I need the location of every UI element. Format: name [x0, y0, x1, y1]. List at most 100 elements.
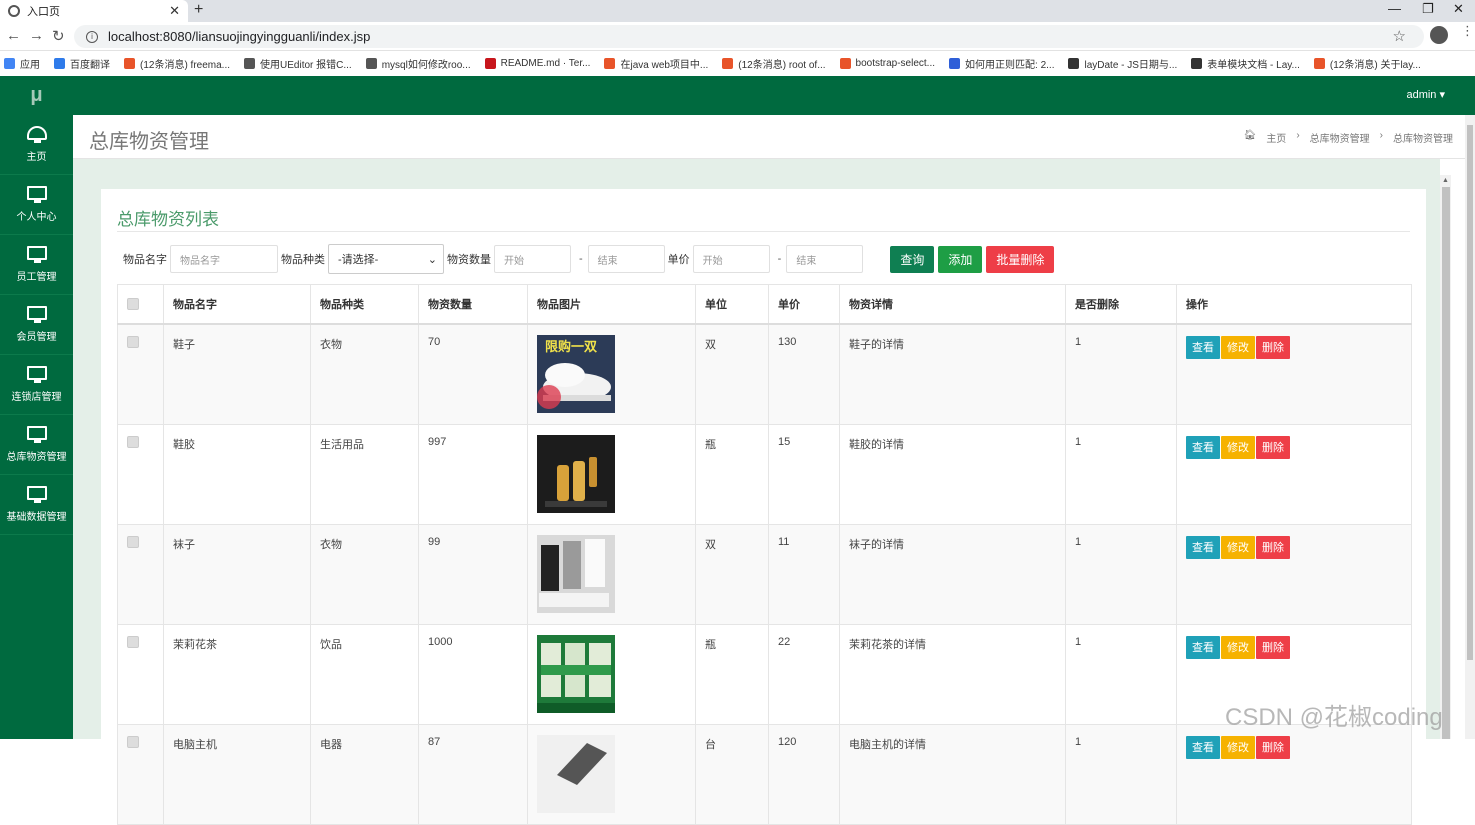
bookmark-item[interactable]: README.md · Ter... — [484, 57, 591, 69]
home-icon: 🏠︎ — [1243, 130, 1257, 141]
breadcrumb-home[interactable]: 主页 — [1266, 130, 1286, 145]
bookmark-favicon-icon — [4, 57, 15, 69]
browser-tab[interactable]: 入口页 ✕ — [0, 0, 188, 22]
add-button[interactable]: 添加 — [938, 245, 983, 273]
column-header: 单价 — [768, 284, 840, 325]
url-field[interactable]: i localhost:8080/liansuojingyingguanli/i… — [74, 25, 1424, 48]
qty-end-input[interactable]: 结束 — [587, 245, 665, 273]
breadcrumb-item[interactable]: 总库物资管理 — [1310, 130, 1370, 145]
item-qty: 99 — [418, 523, 528, 625]
computer-image[interactable] — [537, 734, 615, 813]
bookmark-item[interactable]: 如何用正则匹配: 2... — [949, 56, 1054, 71]
top-navbar: admin ▾ — [73, 76, 1475, 115]
bookmark-item[interactable]: (12条消息) 关于lay... — [1313, 56, 1421, 71]
user-menu[interactable]: admin ▾ — [1406, 88, 1445, 101]
column-header: 物品名字 — [163, 284, 311, 325]
sidebar-item[interactable]: 总库物资管理 — [0, 415, 73, 475]
sidebar-item[interactable]: 员工管理 — [0, 235, 73, 295]
bookmark-item[interactable]: bootstrap-select... — [839, 57, 935, 69]
back-icon[interactable]: ← — [6, 27, 21, 44]
item-name: 鞋胶 — [163, 423, 311, 525]
view-button[interactable]: 查看 — [1186, 635, 1220, 659]
item-unit: 台 — [695, 723, 769, 825]
row-checkbox[interactable] — [127, 635, 139, 648]
shoe-image[interactable]: 限购一双 — [537, 334, 615, 413]
view-button[interactable]: 查看 — [1186, 335, 1220, 359]
type-filter-select[interactable]: -请选择- ⌄ — [328, 244, 444, 274]
edit-button[interactable]: 修改 — [1221, 435, 1255, 459]
edit-button[interactable]: 修改 — [1221, 635, 1255, 659]
minimize-icon[interactable]: — — [1388, 1, 1401, 16]
batch-delete-button[interactable]: 批量删除 — [986, 245, 1055, 273]
bookmark-item[interactable]: layDate - JS日期与... — [1068, 56, 1177, 71]
bookmark-item[interactable]: (12条消息) freema... — [124, 56, 230, 71]
new-tab-icon[interactable]: + — [194, 1, 203, 19]
bookmark-favicon-icon — [949, 57, 961, 69]
account-icon[interactable] — [1430, 26, 1448, 44]
bookmark-star-icon[interactable]: ☆ — [1393, 27, 1406, 45]
qty-start-input[interactable]: 开始 — [494, 245, 571, 273]
bookmark-item[interactable]: 百度翻译 — [54, 56, 110, 71]
restore-icon[interactable]: ❐ — [1422, 1, 1434, 17]
view-button[interactable]: 查看 — [1186, 435, 1220, 459]
delete-button[interactable]: 删除 — [1256, 635, 1290, 659]
sidebar-item[interactable]: 主页 — [0, 115, 73, 175]
view-button[interactable]: 查看 — [1186, 535, 1220, 559]
breadcrumb-separator: › — [1296, 130, 1300, 141]
bookmark-item[interactable]: (12条消息) root of... — [722, 56, 826, 71]
card-title: 总库物资列表 — [117, 210, 219, 229]
price-end-input[interactable]: 结束 — [786, 245, 864, 273]
bookmark-item[interactable]: 使用UEditor 报错C... — [244, 56, 352, 71]
menu-icon[interactable]: ⋮ — [1461, 24, 1474, 37]
image-caption: 限购一双 — [545, 338, 598, 354]
item-type: 衣物 — [310, 523, 419, 625]
column-header: 物品图片 — [527, 284, 696, 325]
item-name: 茉莉花茶 — [163, 623, 311, 725]
forward-icon[interactable]: → — [29, 27, 44, 44]
bookmark-item[interactable]: 在java web项目中... — [604, 56, 708, 71]
page-scrollbar[interactable] — [1465, 115, 1475, 739]
bookmark-favicon-icon — [1068, 57, 1080, 69]
bookmark-label: README.md · Ter... — [500, 57, 591, 69]
delete-button[interactable]: 删除 — [1256, 535, 1290, 559]
dashboard-icon — [26, 126, 47, 143]
sidebar-item[interactable]: 基础数据管理 — [0, 475, 73, 535]
page-scrollbar-thumb[interactable] — [1467, 125, 1473, 660]
edit-button[interactable]: 修改 — [1221, 335, 1255, 359]
column-header: 物资数量 — [418, 284, 528, 325]
logo: μ — [30, 84, 43, 106]
tea-jars-image[interactable] — [537, 634, 615, 713]
sidebar-item[interactable]: 会员管理 — [0, 295, 73, 355]
close-tab-icon[interactable]: ✕ — [169, 3, 180, 19]
sidebar-item-label: 连锁店管理 — [11, 392, 62, 403]
sidebar-item-label: 基础数据管理 — [6, 512, 67, 523]
bookmark-item[interactable]: 应用 — [4, 56, 40, 71]
edit-button[interactable]: 修改 — [1221, 535, 1255, 559]
bookmark-item[interactable]: mysql如何修改roo... — [365, 56, 471, 71]
row-checkbox[interactable] — [127, 535, 139, 548]
item-deleted-flag: 1 — [1065, 323, 1177, 425]
row-checkbox[interactable] — [127, 435, 139, 448]
reload-icon[interactable]: ↻ — [52, 27, 65, 45]
scroll-up-icon[interactable]: ▲ — [1442, 177, 1449, 184]
info-icon[interactable]: i — [86, 30, 98, 43]
bookmark-label: 使用UEditor 报错C... — [260, 59, 352, 71]
delete-button[interactable]: 删除 — [1256, 335, 1290, 359]
name-filter-input[interactable]: 物品名字 — [170, 245, 278, 273]
sidebar-item[interactable]: 个人中心 — [0, 175, 73, 235]
item-unit: 瓶 — [695, 623, 769, 725]
bookmark-item[interactable]: 表单模块文档 - Lay... — [1191, 56, 1300, 71]
close-window-icon[interactable]: ✕ — [1453, 1, 1464, 17]
glue-bottles-image[interactable] — [537, 434, 615, 513]
content-scrollbar[interactable]: ▲ — [1440, 175, 1451, 739]
scrollbar-thumb[interactable] — [1442, 187, 1450, 739]
sidebar-item[interactable]: 连锁店管理 — [0, 355, 73, 415]
query-button[interactable]: 查询 — [890, 245, 935, 273]
row-checkbox[interactable] — [127, 335, 139, 348]
socks-image[interactable] — [537, 534, 615, 613]
item-image-cell: 限购一双 — [527, 323, 696, 425]
row-checkbox[interactable] — [127, 735, 139, 748]
price-start-input[interactable]: 开始 — [692, 245, 770, 273]
delete-button[interactable]: 删除 — [1256, 435, 1290, 459]
select-all-checkbox[interactable] — [127, 297, 139, 310]
